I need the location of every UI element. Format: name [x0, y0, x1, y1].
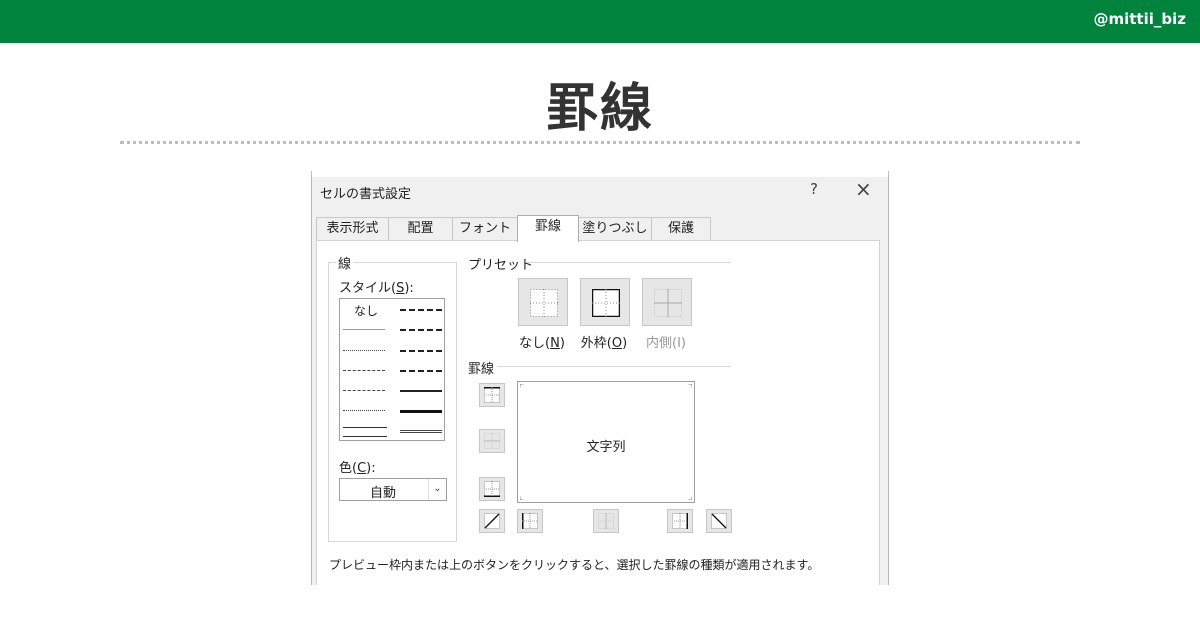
preset-none-icon: [530, 289, 558, 317]
border-right-icon: [672, 513, 688, 529]
diagonal-down-icon: [711, 513, 727, 529]
presets-divider: [527, 262, 731, 263]
tab-number-format[interactable]: 表示形式: [316, 217, 389, 241]
border-inside-horizontal-icon: [484, 433, 500, 449]
preset-none-label: なし(N): [519, 336, 565, 351]
tab-font[interactable]: フォント: [452, 217, 518, 241]
border-inside-vertical-button[interactable]: [593, 509, 619, 533]
line-style-thin-selected[interactable]: [343, 427, 387, 437]
tab-fill[interactable]: 塗りつぶし: [578, 217, 652, 241]
corner-mark-icon: [520, 384, 524, 388]
line-style-dots[interactable]: [343, 410, 385, 411]
line-style-dash-dot-dot[interactable]: [343, 370, 385, 371]
line-style-medium-dash-dot[interactable]: [400, 350, 442, 352]
line-style-medium-dash-dot-dot[interactable]: [400, 309, 442, 311]
borders-divider: [497, 366, 731, 367]
window-strip: [312, 171, 888, 177]
help-text: プレビュー枠内または上のボタンをクリックすると、選択した罫線の種類が適用されます…: [329, 558, 820, 572]
top-banner: @mittii_biz: [0, 0, 1200, 43]
line-style-medium[interactable]: [400, 390, 442, 392]
tab-protection[interactable]: 保護: [651, 217, 711, 241]
border-diagonal-up-button[interactable]: [479, 509, 505, 533]
help-button[interactable]: ?: [810, 180, 818, 198]
line-style-hairline[interactable]: [343, 329, 385, 330]
style-label: スタイル(S):: [339, 281, 414, 296]
page-title: 罫線: [545, 79, 654, 139]
border-diagonal-down-button[interactable]: [706, 509, 732, 533]
preview-text: 文字列: [586, 440, 626, 455]
line-style-medium-dashed[interactable]: [400, 370, 442, 372]
preset-outline-icon: [592, 289, 620, 317]
line-style-thick[interactable]: [400, 410, 442, 413]
preset-inside-label: 内側(I): [646, 336, 686, 351]
line-style-slanted-dash-dot[interactable]: [400, 329, 442, 331]
close-button[interactable]: ×: [855, 177, 872, 201]
line-style-none[interactable]: なし: [354, 302, 378, 319]
color-label: 色(C):: [339, 461, 376, 476]
preset-outline-button[interactable]: [580, 278, 630, 326]
tab-alignment[interactable]: 配置: [388, 217, 453, 241]
corner-mark-icon: [520, 496, 524, 500]
border-bottom-icon: [484, 481, 500, 497]
border-preview[interactable]: 文字列: [517, 381, 695, 503]
account-handle: @mittii_biz: [1093, 10, 1186, 28]
line-style-dotted[interactable]: [343, 350, 385, 351]
border-inside-vertical-icon: [598, 513, 614, 529]
border-tab-panel: 線 スタイル(S): なし 色(C): 自動 ⌄ プリセット なし(N) 外枠(…: [316, 240, 880, 585]
preset-outline-label: 外枠(O): [580, 336, 628, 351]
format-cells-dialog: セルの書式設定 ? × 表示形式 配置 フォント 罫線 塗りつぶし 保護 線 ス…: [311, 171, 889, 585]
border-right-button[interactable]: [667, 509, 693, 533]
line-style-double[interactable]: [400, 430, 442, 433]
border-bottom-button[interactable]: [479, 477, 505, 501]
border-top-button[interactable]: [479, 383, 505, 407]
corner-mark-icon: [688, 384, 692, 388]
diagonal-up-icon: [484, 513, 500, 529]
presets-title: プリセット: [468, 258, 534, 273]
borders-title: 罫線: [468, 362, 495, 377]
border-left-icon: [522, 513, 538, 529]
dialog-title: セルの書式設定: [320, 187, 412, 202]
color-dropdown-value: 自動: [370, 486, 397, 501]
line-style-list[interactable]: なし: [339, 298, 445, 441]
color-dropdown[interactable]: 自動 ⌄: [339, 478, 447, 501]
line-style-dash-dot[interactable]: [343, 390, 385, 391]
border-top-icon: [484, 387, 500, 403]
title-divider: [120, 141, 1080, 144]
line-group-label: 線: [336, 253, 354, 272]
chevron-down-icon[interactable]: ⌄: [428, 479, 446, 500]
preset-none-button[interactable]: [518, 278, 568, 326]
border-inside-horizontal-button[interactable]: [479, 429, 505, 453]
preset-inside-button[interactable]: [642, 278, 692, 326]
preset-inside-icon: [654, 289, 682, 317]
corner-mark-icon: [688, 496, 692, 500]
border-left-button[interactable]: [517, 509, 543, 533]
tab-border[interactable]: 罫線: [517, 215, 579, 242]
